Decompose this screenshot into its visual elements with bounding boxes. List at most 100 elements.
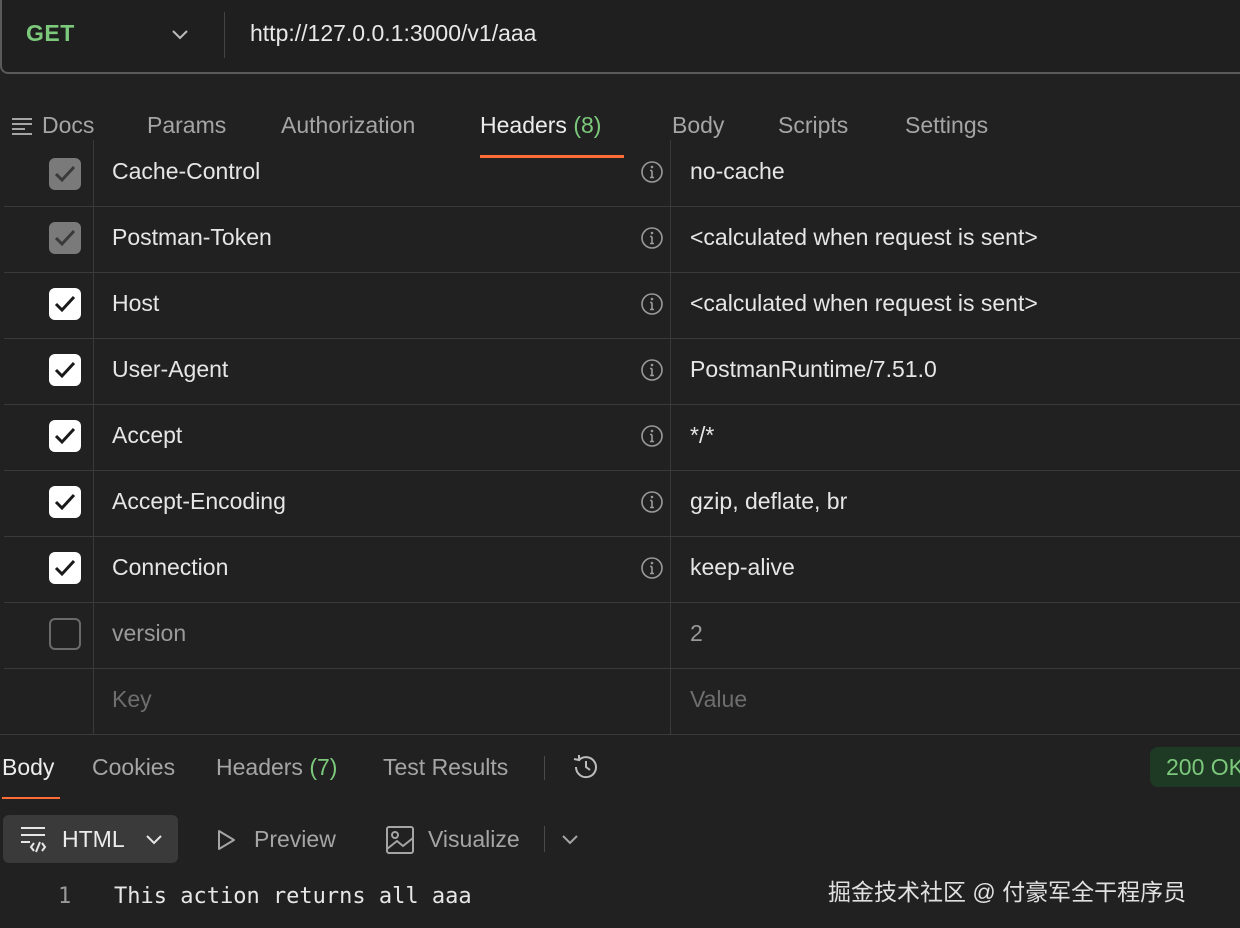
header-key[interactable]: Host (112, 290, 159, 317)
tab-scripts[interactable]: Scripts (778, 112, 848, 139)
info-icon[interactable] (640, 358, 664, 382)
header-value[interactable]: <calculated when request is sent> (690, 290, 1038, 317)
url-divider (224, 12, 225, 58)
visualize-button[interactable]: Visualize (428, 826, 520, 853)
header-checkbox[interactable] (49, 486, 81, 518)
column-divider (670, 338, 671, 404)
column-divider (93, 536, 94, 602)
table-row: Connection keep-alive (4, 536, 1240, 603)
response-tab-headers-label: Headers (216, 754, 303, 780)
url-input[interactable]: http://127.0.0.1:3000/v1/aaa (250, 20, 536, 47)
tab-headers-label: Headers (480, 112, 567, 138)
column-divider (93, 404, 94, 470)
column-divider (670, 140, 671, 206)
header-value[interactable]: PostmanRuntime/7.51.0 (690, 356, 937, 383)
divider (544, 756, 545, 780)
header-checkbox[interactable] (49, 222, 81, 254)
info-icon[interactable] (640, 292, 664, 316)
header-value[interactable]: <calculated when request is sent> (690, 224, 1038, 251)
header-key[interactable]: version (112, 620, 186, 647)
info-icon[interactable] (640, 160, 664, 184)
column-divider (93, 668, 94, 734)
format-select[interactable]: HTML (3, 815, 178, 863)
response-tab-headers[interactable]: Headers (7) (216, 754, 337, 781)
header-key[interactable]: User-Agent (112, 356, 228, 383)
column-divider (670, 470, 671, 536)
header-value[interactable]: gzip, deflate, br (690, 488, 847, 515)
table-row: Accept */* (4, 404, 1240, 471)
header-checkbox[interactable] (49, 288, 81, 320)
header-key[interactable]: Postman-Token (112, 224, 272, 251)
key-input[interactable]: Key (112, 686, 152, 713)
divider (0, 734, 1240, 735)
header-checkbox[interactable] (49, 158, 81, 190)
tab-docs[interactable]: Docs (42, 112, 94, 139)
image-icon[interactable] (385, 825, 415, 855)
header-checkbox[interactable] (49, 420, 81, 452)
header-value[interactable]: 2 (690, 620, 703, 647)
new-header-row: Key Value (4, 668, 1240, 735)
info-icon[interactable] (640, 556, 664, 580)
info-icon[interactable] (640, 226, 664, 250)
status-badge[interactable]: 200 OK (1150, 747, 1240, 787)
info-icon[interactable] (640, 490, 664, 514)
column-divider (670, 602, 671, 668)
table-row: Host <calculated when request is sent> (4, 272, 1240, 339)
column-divider (93, 206, 94, 272)
preview-button[interactable]: Preview (254, 826, 336, 853)
header-checkbox[interactable] (49, 552, 81, 584)
header-value[interactable]: keep-alive (690, 554, 795, 581)
format-label: HTML (62, 826, 125, 852)
column-divider (670, 206, 671, 272)
header-key[interactable]: Connection (112, 554, 228, 581)
chevron-down-icon (146, 835, 162, 845)
line-number: 1 (58, 884, 72, 909)
chevron-down-icon[interactable] (168, 22, 192, 46)
code-format-icon (21, 827, 47, 853)
column-divider (93, 338, 94, 404)
chevron-down-icon[interactable] (559, 828, 581, 850)
column-divider (670, 668, 671, 734)
column-divider (670, 272, 671, 338)
header-value[interactable]: */* (690, 422, 714, 449)
response-body-line: This action returns all aaa (114, 884, 472, 909)
tab-settings[interactable]: Settings (905, 112, 988, 139)
table-row: version 2 (4, 602, 1240, 669)
column-divider (670, 536, 671, 602)
value-input[interactable]: Value (690, 686, 747, 713)
tab-body[interactable]: Body (672, 112, 724, 139)
docs-icon[interactable] (11, 116, 33, 136)
response-tab-body[interactable]: Body (2, 754, 54, 781)
history-icon[interactable] (570, 751, 602, 783)
tab-headers[interactable]: Headers (8) (480, 112, 601, 139)
table-row: Postman-Token <calculated when request i… (4, 206, 1240, 273)
url-bar: GET http://127.0.0.1:3000/v1/aaa (0, 0, 1240, 74)
header-key[interactable]: Accept-Encoding (112, 488, 286, 515)
method-select[interactable]: GET (26, 20, 75, 47)
table-row: Cache-Control no-cache (4, 140, 1240, 207)
response-tab-cookies[interactable]: Cookies (92, 754, 175, 781)
divider (544, 826, 545, 852)
active-response-tab-indicator (2, 797, 60, 799)
header-key[interactable]: Cache-Control (112, 158, 260, 185)
table-row: User-Agent PostmanRuntime/7.51.0 (4, 338, 1240, 405)
play-icon[interactable] (214, 828, 238, 852)
response-tab-headers-count: (7) (309, 754, 338, 780)
tab-headers-count: (8) (573, 112, 602, 138)
watermark: 掘金技术社区 @ 付豪军全干程序员 (828, 879, 1187, 905)
table-row: Accept-Encoding gzip, deflate, br (4, 470, 1240, 537)
tab-authorization[interactable]: Authorization (281, 112, 415, 139)
column-divider (670, 404, 671, 470)
response-tab-test-results[interactable]: Test Results (383, 754, 508, 781)
column-divider (93, 272, 94, 338)
tab-params[interactable]: Params (147, 112, 226, 139)
column-divider (93, 470, 94, 536)
header-key[interactable]: Accept (112, 422, 182, 449)
column-divider (93, 602, 94, 668)
info-icon[interactable] (640, 424, 664, 448)
column-divider (93, 140, 94, 206)
header-checkbox[interactable] (49, 354, 81, 386)
header-value[interactable]: no-cache (690, 158, 785, 185)
headers-table: Cache-Control no-cache Postman-Token <ca… (4, 140, 1240, 735)
header-checkbox[interactable] (49, 618, 81, 650)
